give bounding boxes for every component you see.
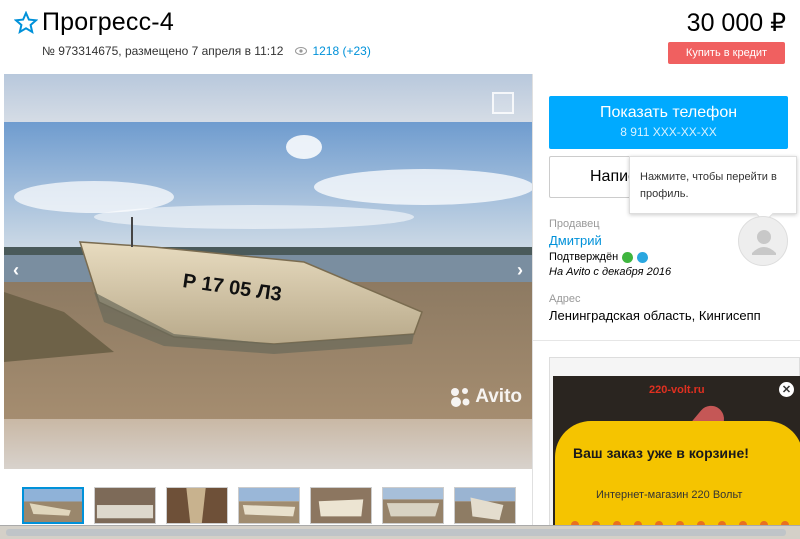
scrollbar-thumb[interactable] [6, 529, 786, 536]
fullscreen-icon[interactable] [492, 92, 514, 114]
watermark-text: Avito [475, 386, 522, 407]
user-silhouette-icon [752, 230, 776, 255]
listing-title: Прогресс-4 [42, 8, 174, 36]
title-row: Прогресс-4 [14, 8, 174, 37]
boat-photo[interactable]: Р 17 05 Л3 [4, 122, 532, 420]
listing-meta: № 973314675, размещено 7 апреля в 11:12 … [42, 44, 371, 58]
seller-verified: Подтверждён [549, 251, 649, 263]
thumbnail-5[interactable] [310, 487, 372, 524]
views-eye-icon [295, 47, 308, 55]
profile-tooltip: Нажмите, чтобы перейти в профиль. [629, 156, 797, 214]
avito-watermark: Avito [449, 386, 522, 408]
listing-page: Прогресс-4 № 973314675, размещено 7 апре… [0, 0, 800, 539]
price: 30 000 ₽ [686, 9, 786, 37]
ad-headline: Ваш заказ уже в корзине! [573, 445, 749, 461]
photo-gallery[interactable]: Р 17 05 Л3 ‹ › Avito [4, 74, 532, 469]
horizontal-scrollbar[interactable] [0, 525, 800, 539]
gallery-blur-bottom [4, 419, 532, 469]
seller-name-link[interactable]: Дмитрий [549, 233, 602, 248]
verified-text: Подтверждён [549, 251, 619, 263]
ad-banner[interactable]: 220-volt.ru ✕ Ваш заказ уже в корзине! И… [553, 376, 800, 539]
favorite-star-icon[interactable] [14, 10, 38, 35]
email-verified-icon [637, 251, 649, 263]
thumbnail-7[interactable] [454, 487, 516, 524]
phone-verified-icon [622, 251, 634, 263]
seller-since: На Avito с декабря 2016 [549, 266, 672, 278]
profile-tooltip-text: Нажмите, чтобы перейти в профиль. [640, 171, 777, 200]
avito-logo-icon [451, 388, 470, 407]
section-divider [533, 340, 800, 341]
buy-on-credit-button[interactable]: Купить в кредит [668, 42, 785, 64]
phone-number-masked: 8 911 XXX-XX-XX [620, 125, 717, 139]
column-divider [532, 74, 533, 539]
address-value: Ленинградская область, Кингисепп [549, 308, 761, 323]
ad-close-icon[interactable]: ✕ [779, 382, 794, 397]
seller-avatar[interactable] [738, 216, 788, 266]
thumbnail-2[interactable] [94, 487, 156, 524]
show-phone-button[interactable]: Показать телефон 8 911 XXX-XX-XX [549, 96, 788, 149]
thumbnail-strip [22, 487, 516, 524]
thumbnail-6[interactable] [382, 487, 444, 524]
seller-label: Продавец [549, 218, 600, 230]
address-label: Адрес [549, 293, 581, 305]
listing-meta-text: № 973314675, размещено 7 апреля в 11:12 [42, 44, 284, 58]
ad-logo: 220-volt.ru [649, 384, 705, 396]
thumbnail-1[interactable] [22, 487, 84, 524]
next-photo-icon[interactable]: › [517, 260, 523, 281]
views-count: 1218 (+23) [312, 44, 371, 58]
thumbnail-4[interactable] [238, 487, 300, 524]
prev-photo-icon[interactable]: ‹ [13, 260, 19, 281]
thumbnail-3[interactable] [166, 487, 228, 524]
show-phone-label: Показать телефон [599, 104, 738, 121]
ad-subtitle: Интернет-магазин 220 Вольт [596, 489, 743, 501]
gallery-blur-top [4, 74, 532, 124]
